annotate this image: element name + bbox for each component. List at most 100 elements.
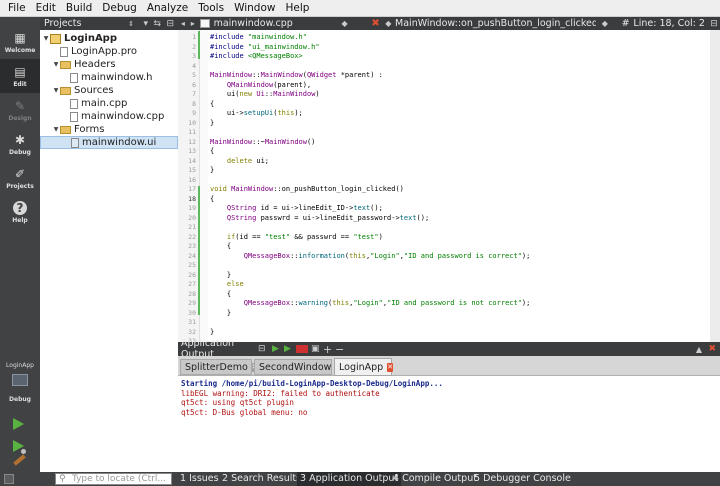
line-number: 21 xyxy=(188,223,196,231)
hammer-icon[interactable] xyxy=(13,454,26,466)
status-tab[interactable]: 4 Compile Output xyxy=(393,472,477,486)
mode-design[interactable]: ✎ Design xyxy=(0,93,40,127)
line-number: 28 xyxy=(188,289,196,298)
code-line: else xyxy=(226,280,244,288)
editor-filename[interactable]: mainwindow.cpp xyxy=(214,18,342,29)
menu-build[interactable]: Build xyxy=(61,0,97,17)
mode-welcome[interactable]: ▦ Welcome xyxy=(0,25,40,59)
tree-item-label: LoginApp.pro xyxy=(71,46,138,57)
maximize-icon[interactable]: ▲ xyxy=(696,345,702,354)
code-line: } xyxy=(210,327,215,336)
tree-item[interactable]: ▼ Sources xyxy=(40,84,178,97)
symbol-selector[interactable]: MainWindow::on_pushButton_login_clicked(… xyxy=(395,18,596,29)
cursor-position: Line: 18, Col: 2 xyxy=(633,18,705,29)
zoom-in-icon[interactable]: + xyxy=(323,343,335,356)
code-line: { xyxy=(210,289,232,298)
filter-icon[interactable]: ▾ xyxy=(143,17,148,31)
menu-analyze[interactable]: Analyze xyxy=(142,0,193,17)
output-tab-splitterdemo[interactable]: SplitterDemo✕ xyxy=(180,359,258,375)
tree-item-label: LoginApp xyxy=(64,33,118,44)
file-icon xyxy=(70,111,78,122)
tree-item[interactable]: mainwindow.h xyxy=(40,71,178,84)
help-icon: ? xyxy=(13,200,27,215)
tree-item[interactable]: ▼ Forms xyxy=(40,123,178,136)
sort-icon[interactable]: ⇕ xyxy=(128,17,134,31)
bug-icon: ✱ xyxy=(14,132,26,147)
close-output-icon[interactable]: ✖ xyxy=(708,344,716,354)
tree-item[interactable]: ▼ Headers xyxy=(40,58,178,71)
back-icon[interactable]: ◂ xyxy=(178,19,188,28)
tree-item-label: Headers xyxy=(74,59,116,70)
line-number: 14 xyxy=(188,156,196,165)
mode-debug[interactable]: ✱ Debug xyxy=(0,127,40,161)
line-number: 4 xyxy=(192,61,196,70)
output-tab-loginapp[interactable]: LoginApp ✕ xyxy=(334,358,394,376)
split-icon[interactable]: ⊟ xyxy=(166,17,174,31)
file-icon xyxy=(60,46,68,57)
menu-window[interactable]: Window xyxy=(229,0,280,17)
mode-label: Projects xyxy=(6,182,34,190)
output-tabs: SplitterDemo✕SecondWindow✕LoginApp✕ xyxy=(178,356,720,376)
locator-input[interactable]: Type to locate (Ctrl... xyxy=(55,473,172,485)
tree-item[interactable]: ▼ LoginApp xyxy=(40,32,178,45)
hash-label: # xyxy=(621,18,630,29)
rerun-icon[interactable]: ▶ xyxy=(272,344,284,354)
code-line: { xyxy=(210,242,232,250)
forward-icon[interactable]: ▸ xyxy=(188,19,198,28)
grid-icon: ▦ xyxy=(14,30,26,45)
mode-projects[interactable]: ✐ Projects xyxy=(0,161,40,195)
line-number: 16 xyxy=(188,175,196,184)
code-editor[interactable]: #include "mainwindow.h" #include "ui_main… xyxy=(208,30,710,342)
close-tab-icon[interactable]: ✕ xyxy=(387,362,394,372)
line-number: 22 xyxy=(188,232,196,241)
tree-item-label: mainwindow.cpp xyxy=(81,111,165,122)
tree-item[interactable]: LoginApp.pro xyxy=(40,45,178,58)
mode-label: Debug xyxy=(9,148,31,156)
run-icon[interactable] xyxy=(13,418,24,430)
line-number: 5 xyxy=(192,71,196,79)
split-editor-icon[interactable]: ⊟ xyxy=(710,19,720,29)
output-tab-label: LoginApp xyxy=(339,361,384,373)
expand-arrow-icon: ▼ xyxy=(53,126,59,133)
menu-help[interactable]: Help xyxy=(280,0,314,17)
split-output-icon[interactable]: ⊟ xyxy=(258,344,272,354)
menu-debug[interactable]: Debug xyxy=(97,0,142,17)
tree-item[interactable]: mainwindow.ui xyxy=(40,136,178,149)
toggle-sidebar-icon[interactable] xyxy=(4,474,14,484)
output-tab-label: SecondWindow xyxy=(259,361,332,373)
attach-icon[interactable]: ▶ xyxy=(284,344,296,354)
tree-item[interactable]: main.cpp xyxy=(40,97,178,110)
zoom-out-icon[interactable]: − xyxy=(335,343,347,356)
code-line: ui(new Ui::MainWindow) xyxy=(210,90,320,98)
symbol-dropdown-icon[interactable]: ◆ xyxy=(602,19,614,28)
line-number-gutter: 1 2 3 4 5 6 7 8 9 10 11 12 13 14 15 16 17 18 19 20 21 22 23 24 2… xyxy=(178,30,200,345)
file-dropdown-icon[interactable]: ◆ xyxy=(342,19,352,28)
mode-help[interactable]: ? Help xyxy=(0,195,40,229)
line-number: 27 xyxy=(188,280,196,288)
line-number: 31 xyxy=(188,318,196,326)
stop-icon[interactable] xyxy=(296,345,308,353)
link-icon[interactable]: ⇆ xyxy=(153,17,161,31)
ui-file-icon xyxy=(71,137,79,148)
status-tab[interactable]: 2 Search Results xyxy=(222,472,301,486)
status-tab[interactable]: 1 Issues xyxy=(180,472,219,486)
tree-item[interactable]: mainwindow.cpp xyxy=(40,110,178,123)
editor-toolbar: ◂ ▸ mainwindow.cpp ◆ ✖ ◆ MainWindow::on_… xyxy=(178,17,720,30)
editor-scrollbar[interactable] xyxy=(710,30,720,342)
status-tab[interactable]: 3 Application Output xyxy=(297,472,402,486)
clear-icon[interactable]: ▣ xyxy=(311,344,323,354)
tree-item-label: main.cpp xyxy=(81,98,128,109)
output-tab-secondwindow[interactable]: SecondWindow✕ xyxy=(254,359,342,375)
monitor-icon[interactable] xyxy=(12,374,28,386)
mode-edit[interactable]: ▤ Edit xyxy=(0,59,40,93)
symbol-icon: ◆ xyxy=(385,19,392,28)
line-number: 24 xyxy=(188,251,196,260)
menu-edit[interactable]: Edit xyxy=(31,0,61,17)
status-tab[interactable]: 5 Debugger Console xyxy=(474,472,571,486)
menu-file[interactable]: File xyxy=(3,0,31,17)
kit-project-label: LoginApp xyxy=(6,362,34,369)
menu-tools[interactable]: Tools xyxy=(193,0,229,17)
mode-label: Help xyxy=(12,216,28,224)
close-editor-icon[interactable]: ✖ xyxy=(371,18,381,29)
line-number: 32 xyxy=(188,327,196,336)
